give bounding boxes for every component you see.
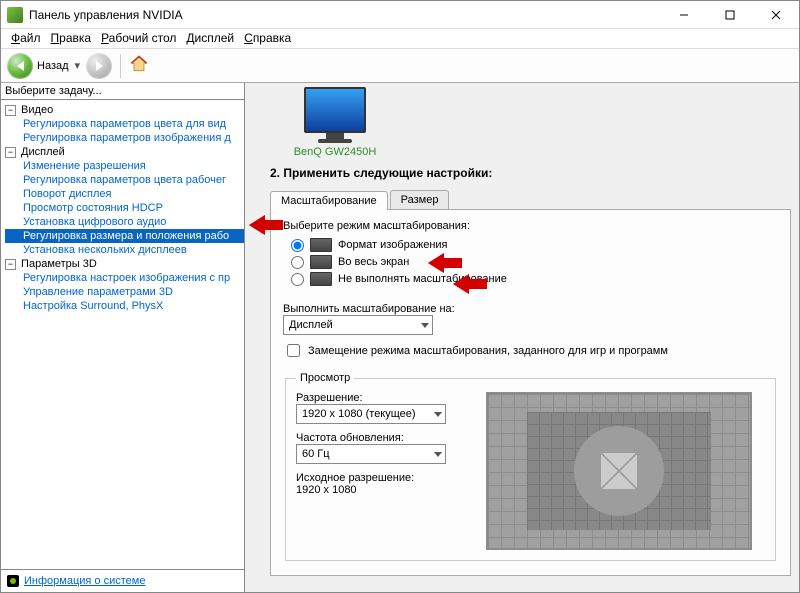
refresh-label: Частота обновления: [296,432,466,444]
menu-help[interactable]: Справка [240,29,295,48]
expander-icon[interactable]: − [5,259,16,270]
refresh-select[interactable]: 60 Гц [296,444,446,464]
tree-item[interactable]: Управление параметрами 3D [5,285,244,299]
radio-fullscreen[interactable] [291,256,304,269]
task-sidebar: Выберите задачу... − ВидеоРегулировка па… [1,83,245,592]
separator [120,54,121,78]
chevron-down-icon [434,412,442,417]
menu-file[interactable]: Файл [7,29,45,48]
native-label: Исходное разрешение: [296,472,466,484]
scaling-option-aspect-label: Формат изображения [338,239,448,251]
back-dropdown[interactable]: ▾ [73,59,83,72]
tree-item[interactable]: Регулировка параметров изображения д [5,131,244,145]
menu-desktop[interactable]: Рабочий стол [97,29,180,48]
minimize-button[interactable] [661,1,707,29]
none-thumb-icon [310,272,332,286]
override-label: Замещение режима масштабирования, заданн… [308,345,668,357]
task-tree[interactable]: − ВидеоРегулировка параметров цвета для … [1,100,244,569]
arrow-right-icon [96,61,103,71]
menubar: Файл Правка Рабочий стол Дисплей Справка [1,29,799,49]
toolbar: Назад ▾ [1,49,799,83]
scaling-mode-label: Выберите режим масштабирования: [283,220,778,232]
aspect-thumb-icon [310,238,332,252]
scaling-option-none-label: Не выполнять масштабирование [338,273,507,285]
scaling-option-aspect[interactable]: Формат изображения [291,238,778,252]
preview-area [486,392,752,550]
chevron-down-icon [421,323,429,328]
override-checkbox[interactable] [287,344,300,357]
tab-size[interactable]: Размер [390,190,450,209]
arrow-left-icon [17,61,24,71]
tree-group[interactable]: − Параметры 3D [5,257,244,271]
expander-icon[interactable]: − [5,147,16,158]
back-label: Назад [37,60,69,72]
home-button[interactable] [129,54,149,77]
tree-item[interactable]: Регулировка параметров цвета рабочег [5,173,244,187]
tabs: Масштабирование Размер [270,190,791,210]
scaling-option-fullscreen-label: Во весь экран [338,256,409,268]
titlebar: Панель управления NVIDIA [1,1,799,29]
tab-scaling[interactable]: Масштабирование [270,191,388,210]
perform-on-value: Дисплей [289,319,333,331]
menu-edit[interactable]: Правка [47,29,96,48]
menu-display[interactable]: Дисплей [182,29,238,48]
tree-item[interactable]: Установка цифрового аудио [5,215,244,229]
perform-on-label: Выполнить масштабирование на: [283,303,778,315]
chevron-down-icon [434,452,442,457]
perform-on-select[interactable]: Дисплей [283,315,433,335]
tree-item[interactable]: Настройка Surround, PhysX [5,299,244,313]
scaling-option-fullscreen[interactable]: Во весь экран [291,255,778,269]
sidebar-footer: Информация о системе [1,569,244,592]
resolution-select[interactable]: 1920 x 1080 (текущее) [296,404,446,424]
native-value: 1920 x 1080 [296,484,466,496]
nvidia-icon [7,7,23,23]
expander-icon[interactable]: − [5,105,16,116]
tree-item[interactable]: Регулировка настроек изображения с пр [5,271,244,285]
main-split: Выберите задачу... − ВидеоРегулировка па… [1,83,799,592]
override-row[interactable]: Замещение режима масштабирования, заданн… [283,341,778,360]
maximize-button[interactable] [707,1,753,29]
resolution-value: 1920 x 1080 (текущее) [302,408,416,420]
scaling-panel: Выберите режим масштабирования: Формат и… [270,210,791,576]
tree-item[interactable]: Изменение разрешения [5,159,244,173]
back-button[interactable] [7,53,33,79]
radio-none[interactable] [291,273,304,286]
tree-item[interactable]: Регулировка параметров цвета для вид [5,117,244,131]
refresh-value: 60 Гц [302,448,330,460]
forward-button[interactable] [86,53,112,79]
sidebar-header: Выберите задачу... [1,83,244,100]
resolution-label: Разрешение: [296,392,466,404]
tree-item[interactable]: Просмотр состояния HDCP [5,201,244,215]
preview-fieldset: Просмотр Разрешение: 1920 x 1080 (текуще… [285,372,776,561]
tree-group[interactable]: − Дисплей [5,145,244,159]
tree-item[interactable]: Регулировка размера и положения рабо [5,229,244,243]
nvidia-dot-icon [7,575,19,587]
monitor-thumb[interactable]: BenQ GW2450H [280,87,390,158]
nvidia-control-panel-window: Панель управления NVIDIA Файл Правка Раб… [0,0,800,593]
tree-item[interactable]: Поворот дисплея [5,187,244,201]
tree-item[interactable]: Установка нескольких дисплеев [5,243,244,257]
system-info-link[interactable]: Информация о системе [24,575,145,587]
fullscreen-thumb-icon [310,255,332,269]
tree-group[interactable]: − Видео [5,103,244,117]
scaling-option-none[interactable]: Не выполнять масштабирование [291,272,778,286]
monitor-label-text: BenQ GW2450H [280,146,390,158]
window-title: Панель управления NVIDIA [29,8,183,22]
content-pane: BenQ GW2450H 2. Применить следующие наст… [245,83,799,592]
radio-aspect[interactable] [291,239,304,252]
preview-legend: Просмотр [296,372,354,384]
close-button[interactable] [753,1,799,29]
section-title: 2. Применить следующие настройки: [270,166,791,180]
